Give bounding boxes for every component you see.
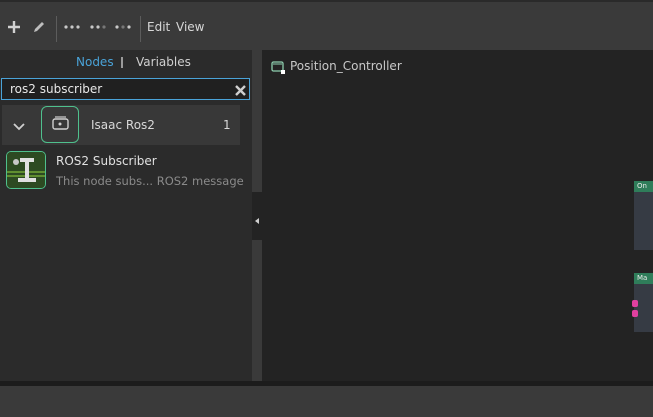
- category-label: Isaac Ros2: [91, 118, 155, 132]
- graph-title: Position_Controller: [290, 59, 402, 73]
- graph-node[interactable]: Ma: [632, 273, 653, 332]
- bottom-divider: [0, 381, 653, 386]
- ros-node-icon: [41, 106, 79, 143]
- plus-icon[interactable]: [6, 16, 22, 38]
- graph-node-header: Ma: [634, 273, 653, 284]
- graph-node[interactable]: On: [634, 181, 653, 250]
- view-menu[interactable]: View: [176, 16, 204, 38]
- chevron-left-icon[interactable]: [254, 210, 260, 229]
- graph-pin[interactable]: [632, 300, 638, 307]
- search-box: [1, 78, 250, 100]
- ros2-subscriber-icon: [6, 151, 46, 189]
- tab-divider: [121, 57, 123, 68]
- pencil-icon[interactable]: [31, 16, 47, 38]
- bottom-bar: [0, 381, 653, 417]
- tab-nodes[interactable]: Nodes: [76, 55, 114, 69]
- graph-icon: [271, 59, 285, 78]
- edit-menu[interactable]: Edit: [147, 16, 170, 38]
- node-title: ROS2 Subscriber: [56, 154, 157, 168]
- nodes-panel: Nodes Variables Isaac Ros2 1: [0, 50, 252, 381]
- close-icon[interactable]: [234, 82, 247, 101]
- search-input[interactable]: [10, 81, 225, 97]
- dots-minimal-icon[interactable]: [114, 16, 132, 38]
- tab-variables[interactable]: Variables: [136, 55, 191, 69]
- list-item[interactable]: ROS2 Subscriber This node subs... ROS2 m…: [2, 148, 244, 194]
- dots-dim-icon[interactable]: [89, 16, 107, 38]
- toolbar-divider: [140, 16, 141, 42]
- dots-icon[interactable]: [63, 16, 81, 38]
- graph-node-header: On: [634, 181, 653, 192]
- toolbar: Edit View: [0, 2, 653, 50]
- category-count: 1: [223, 118, 231, 132]
- graph-pin[interactable]: [632, 310, 638, 317]
- node-description: This node subs... ROS2 message: [56, 174, 244, 188]
- panel-tabs: Nodes Variables: [0, 50, 252, 76]
- toolbar-divider: [56, 16, 57, 42]
- category-row[interactable]: Isaac Ros2 1: [2, 105, 240, 145]
- graph-canvas[interactable]: Position_Controller On Ma: [262, 50, 653, 381]
- collapse-handle[interactable]: [252, 192, 262, 240]
- chevron-down-icon[interactable]: [12, 118, 26, 137]
